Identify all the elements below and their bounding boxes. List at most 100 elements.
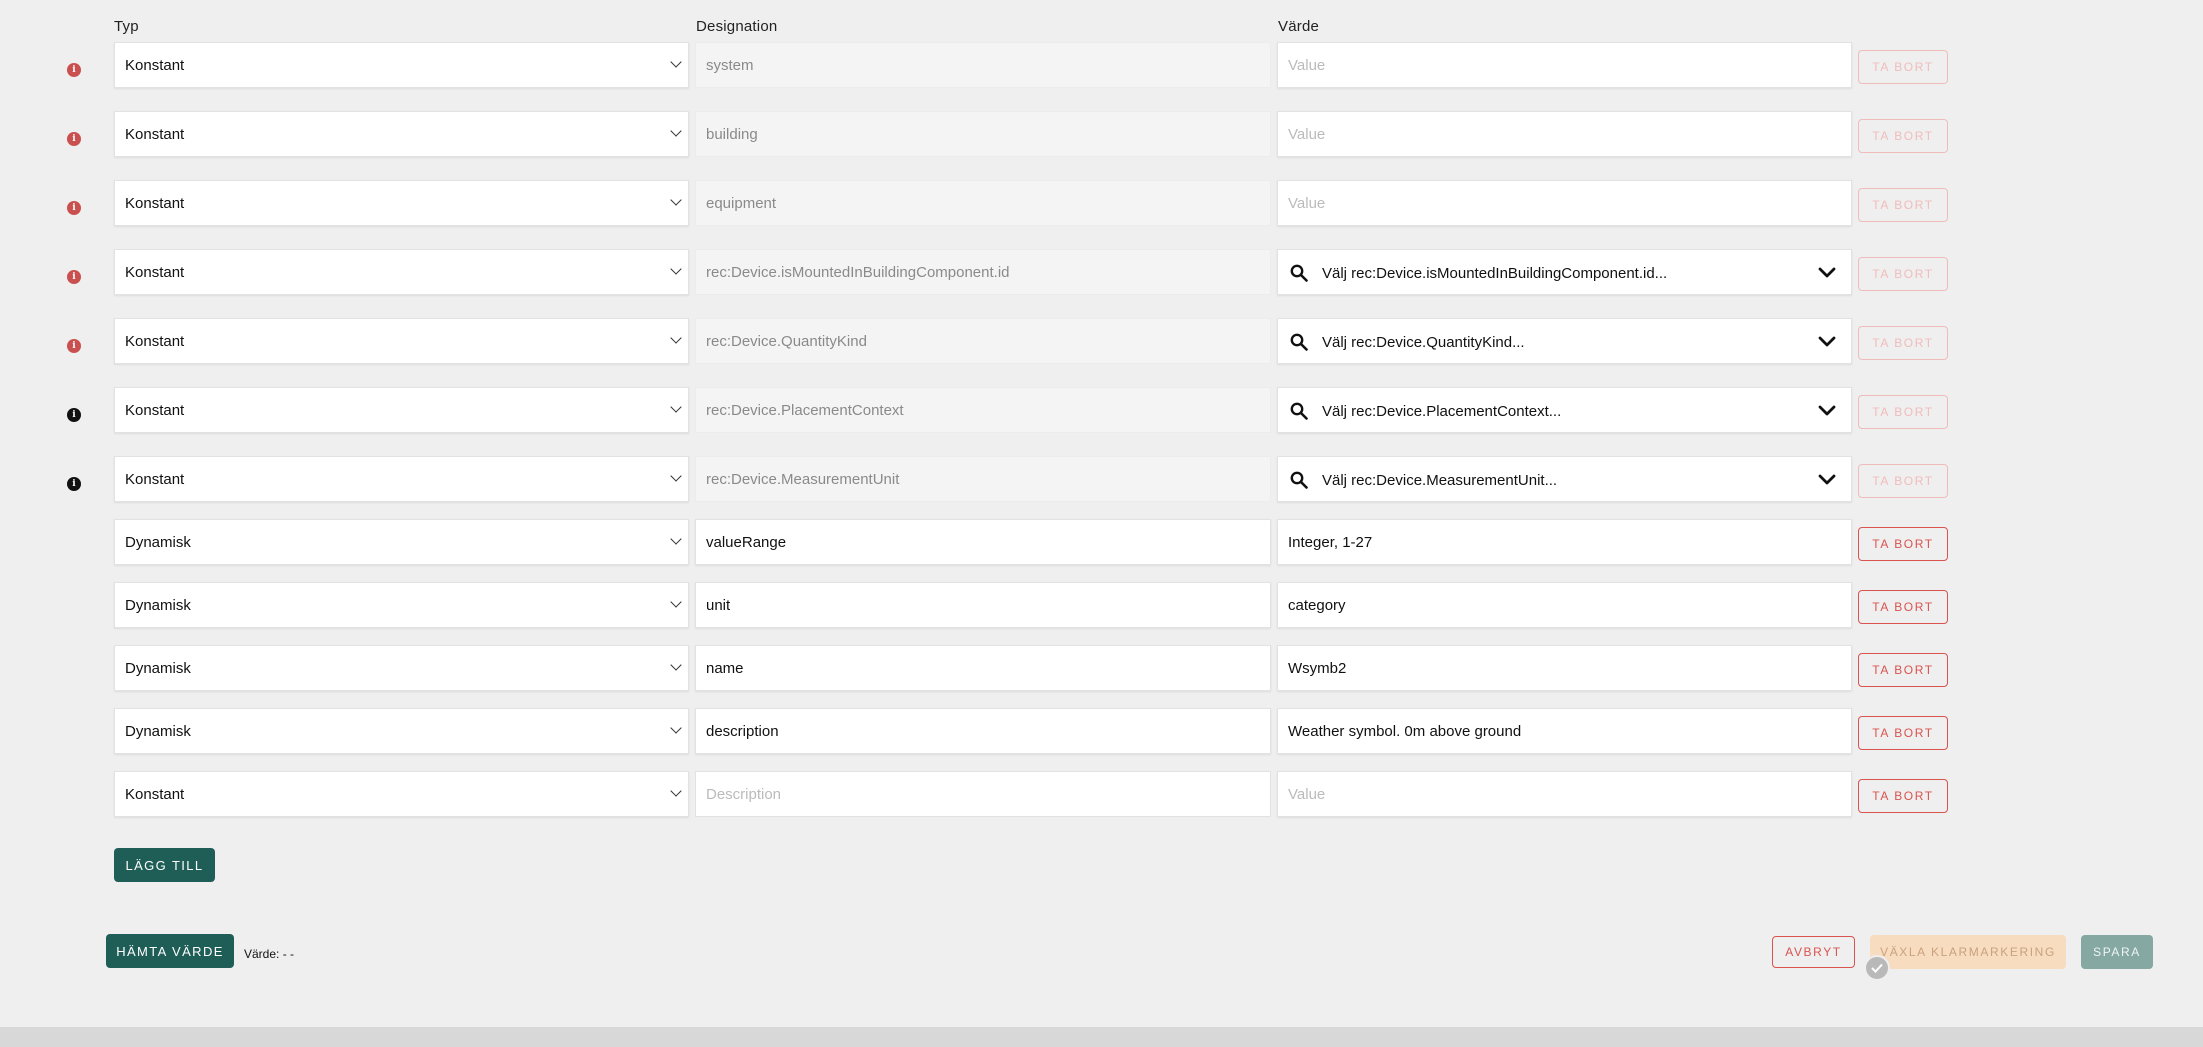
chevron-down-icon[interactable] xyxy=(1817,262,1837,282)
type-select[interactable]: Konstant xyxy=(114,42,689,88)
chevron-down-icon xyxy=(670,332,682,344)
chevron-down-icon xyxy=(670,470,682,482)
info-icon[interactable]: i xyxy=(67,132,81,146)
type-select-value: Konstant xyxy=(125,785,185,803)
remove-row-button[interactable]: TA BORT xyxy=(1858,326,1948,360)
info-icon[interactable]: i xyxy=(67,201,81,215)
property-row: i Konstant equipment Value TA BORT xyxy=(0,180,2203,228)
remove-row-button[interactable]: TA BORT xyxy=(1858,119,1948,153)
remove-row-button[interactable]: TA BORT xyxy=(1858,257,1948,291)
designation-field: rec:Device.isMountedInBuildingComponent.… xyxy=(695,249,1271,295)
designation-field: system xyxy=(695,42,1271,88)
type-select-value: Konstant xyxy=(125,194,185,212)
type-select[interactable]: Konstant xyxy=(114,180,689,226)
property-row: i Konstant rec:Device.PlacementContext Välj… xyxy=(0,387,2203,435)
property-row: i Konstant rec:Device.MeasurementUnit Välj … xyxy=(0,456,2203,504)
designation-field: rec:Device.MeasurementUnit xyxy=(695,456,1271,502)
value-search-select[interactable]: Välj rec:Device.PlacementContext... xyxy=(1277,387,1852,433)
type-select[interactable]: Dynamisk xyxy=(114,645,689,691)
search-icon xyxy=(1290,264,1308,282)
header-designation: Designation xyxy=(696,18,778,35)
info-icon[interactable]: i xyxy=(67,63,81,77)
chevron-down-icon xyxy=(670,722,682,734)
remove-row-button[interactable]: TA BORT xyxy=(1858,779,1948,813)
value-input-empty[interactable]: Value xyxy=(1277,771,1852,817)
type-select-value: Dynamisk xyxy=(125,659,191,677)
chevron-down-icon[interactable] xyxy=(1817,400,1837,420)
value-input-empty[interactable]: Value xyxy=(1277,111,1852,157)
remove-row-button[interactable]: TA BORT xyxy=(1858,188,1948,222)
designation-field[interactable]: valueRange xyxy=(695,519,1271,565)
type-select[interactable]: Dynamisk xyxy=(114,582,689,628)
type-select-value: Konstant xyxy=(125,125,185,143)
value-input[interactable]: Wsymb2 xyxy=(1277,645,1852,691)
info-icon[interactable]: i xyxy=(67,339,81,353)
remove-row-button[interactable]: TA BORT xyxy=(1858,716,1948,750)
save-button[interactable]: SPARA xyxy=(2081,935,2153,969)
add-row-button[interactable]: LÄGG TILL xyxy=(114,848,215,882)
fetched-value-label: Värde: - - xyxy=(244,947,295,961)
chevron-down-icon xyxy=(670,596,682,608)
type-select[interactable]: Dynamisk xyxy=(114,519,689,565)
toggle-ready-button[interactable]: VÄXLA KLARMARKERING xyxy=(1870,935,2066,969)
designation-field: rec:Device.QuantityKind xyxy=(695,318,1271,364)
type-select[interactable]: Konstant xyxy=(114,387,689,433)
value-input[interactable]: Integer, 1-27 xyxy=(1277,519,1852,565)
value-input[interactable]: category xyxy=(1277,582,1852,628)
remove-row-button[interactable]: TA BORT xyxy=(1858,464,1948,498)
type-select[interactable]: Konstant xyxy=(114,456,689,502)
designation-field[interactable]: name xyxy=(695,645,1271,691)
type-select[interactable]: Konstant xyxy=(114,318,689,364)
header-type: Typ xyxy=(114,18,139,35)
designation-field[interactable]: description xyxy=(695,708,1271,754)
chevron-down-icon xyxy=(670,401,682,413)
chevron-down-icon xyxy=(670,56,682,68)
search-icon xyxy=(1290,333,1308,351)
chevron-down-icon xyxy=(670,194,682,206)
header-value: Värde xyxy=(1278,18,1320,35)
check-icon xyxy=(1864,955,1890,981)
type-select-value: Konstant xyxy=(125,56,185,74)
property-row: Konstant Description Value TA BORT xyxy=(0,771,2203,819)
search-icon xyxy=(1290,471,1308,489)
value-search-text: Välj rec:Device.isMountedInBuildingCompo… xyxy=(1322,264,1668,282)
chevron-down-icon[interactable] xyxy=(1817,469,1837,489)
info-icon[interactable]: i xyxy=(67,270,81,284)
type-select-value: Konstant xyxy=(125,332,185,350)
chevron-down-icon[interactable] xyxy=(1817,331,1837,351)
property-row: i Konstant system Value TA BORT xyxy=(0,42,2203,90)
type-select[interactable]: Dynamisk xyxy=(114,708,689,754)
type-select[interactable]: Konstant xyxy=(114,111,689,157)
value-search-text: Välj rec:Device.QuantityKind... xyxy=(1322,333,1525,351)
info-icon[interactable]: i xyxy=(67,477,81,491)
chevron-down-icon xyxy=(670,785,682,797)
value-search-select[interactable]: Välj rec:Device.QuantityKind... xyxy=(1277,318,1852,364)
chevron-down-icon xyxy=(670,659,682,671)
type-select-value: Konstant xyxy=(125,470,185,488)
type-select-value: Dynamisk xyxy=(125,722,191,740)
remove-row-button[interactable]: TA BORT xyxy=(1858,527,1948,561)
type-select[interactable]: Konstant xyxy=(114,771,689,817)
property-row: i Konstant rec:Device.isMountedInBuildingC… xyxy=(0,249,2203,297)
value-search-text: Välj rec:Device.PlacementContext... xyxy=(1322,402,1562,420)
designation-field[interactable]: unit xyxy=(695,582,1271,628)
value-search-select[interactable]: Välj rec:Device.MeasurementUnit... xyxy=(1277,456,1852,502)
remove-row-button[interactable]: TA BORT xyxy=(1858,395,1948,429)
designation-field[interactable]: Description xyxy=(695,771,1271,817)
value-input-empty[interactable]: Value xyxy=(1277,180,1852,226)
footer-bar xyxy=(0,1027,2203,1047)
value-input[interactable]: Weather symbol. 0m above ground xyxy=(1277,708,1852,754)
cancel-button[interactable]: AVBRYT xyxy=(1772,936,1855,968)
remove-row-button[interactable]: TA BORT xyxy=(1858,653,1948,687)
remove-row-button[interactable]: TA BORT xyxy=(1858,590,1948,624)
chevron-down-icon xyxy=(670,125,682,137)
remove-row-button[interactable]: TA BORT xyxy=(1858,50,1948,84)
value-input-empty[interactable]: Value xyxy=(1277,42,1852,88)
designation-field: rec:Device.PlacementContext xyxy=(695,387,1271,433)
property-row: Dynamisk unit category TA BORT xyxy=(0,582,2203,630)
fetch-value-button[interactable]: HÄMTA VÄRDE xyxy=(106,934,234,968)
info-icon[interactable]: i xyxy=(67,408,81,422)
value-search-select[interactable]: Välj rec:Device.isMountedInBuildingCompo… xyxy=(1277,249,1852,295)
search-icon xyxy=(1290,402,1308,420)
type-select[interactable]: Konstant xyxy=(114,249,689,295)
